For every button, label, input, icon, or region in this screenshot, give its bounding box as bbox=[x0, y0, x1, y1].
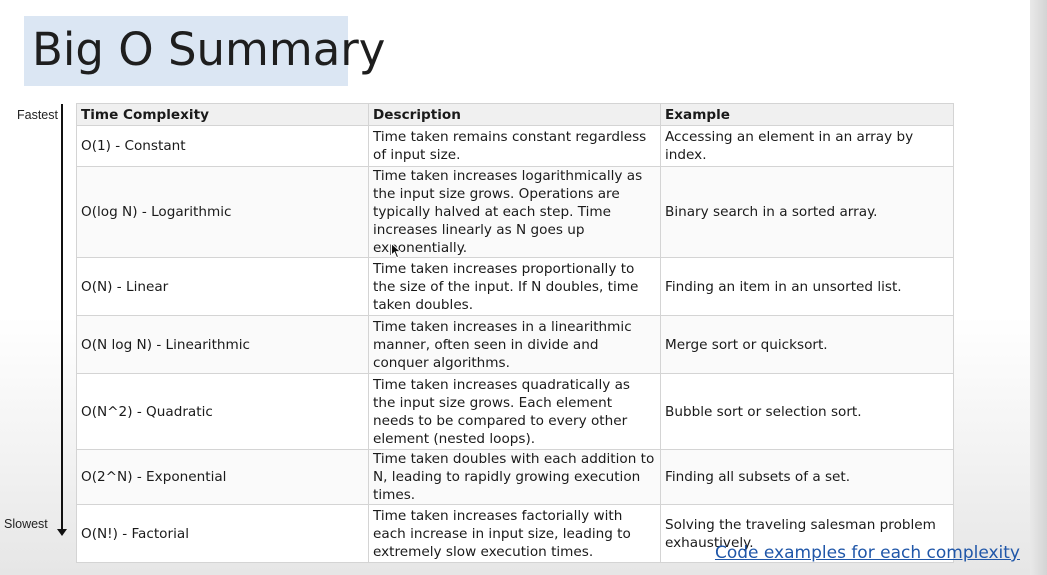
complexity-cell: O(2^N) - Exponential bbox=[76, 449, 369, 505]
table-row: O(N) - Linear Time taken increases propo… bbox=[76, 257, 954, 316]
table-row: O(1) - Constant Time taken remains const… bbox=[76, 125, 954, 167]
table-header-row: Time Complexity Description Example bbox=[76, 103, 954, 126]
description-cell: Time taken increases logarithmically as … bbox=[368, 166, 661, 258]
slide-edge-shade bbox=[1030, 0, 1047, 575]
example-cell: Merge sort or quicksort. bbox=[660, 315, 954, 374]
complexity-cell: O(1) - Constant bbox=[76, 125, 369, 167]
table-row: O(log N) - Logarithmic Time taken increa… bbox=[76, 166, 954, 258]
description-cell: Time taken remains constant regardless o… bbox=[368, 125, 661, 167]
example-cell: Accessing an element in an array by inde… bbox=[660, 125, 954, 167]
speed-axis-line bbox=[61, 104, 63, 530]
complexity-table: Time Complexity Description Example O(1)… bbox=[76, 103, 954, 563]
arrow-down-icon bbox=[57, 529, 67, 536]
table-row: O(N log N) - Linearithmic Time taken inc… bbox=[76, 315, 954, 374]
mouse-pointer-icon bbox=[391, 243, 402, 259]
complexity-cell: O(N!) - Factorial bbox=[76, 504, 369, 563]
code-examples-link[interactable]: Code examples for each complexity bbox=[715, 542, 1020, 564]
header-time-complexity: Time Complexity bbox=[76, 103, 369, 126]
description-cell: Time taken increases factorially with ea… bbox=[368, 504, 661, 563]
description-cell: Time taken increases quadratically as th… bbox=[368, 373, 661, 450]
table-row: O(2^N) - Exponential Time taken doubles … bbox=[76, 449, 954, 505]
example-cell: Binary search in a sorted array. bbox=[660, 166, 954, 258]
complexity-cell: O(N log N) - Linearithmic bbox=[76, 315, 369, 374]
example-cell: Finding an item in an unsorted list. bbox=[660, 257, 954, 316]
example-cell: Finding all subsets of a set. bbox=[660, 449, 954, 505]
header-description: Description bbox=[368, 103, 661, 126]
description-cell: Time taken doubles with each addition to… bbox=[368, 449, 661, 505]
table-row: O(N^2) - Quadratic Time taken increases … bbox=[76, 373, 954, 450]
example-cell: Bubble sort or selection sort. bbox=[660, 373, 954, 450]
complexity-cell: O(log N) - Logarithmic bbox=[76, 166, 369, 258]
description-cell: Time taken increases proportionally to t… bbox=[368, 257, 661, 316]
header-example: Example bbox=[660, 103, 954, 126]
description-cell: Time taken increases in a linearithmic m… bbox=[368, 315, 661, 374]
axis-label-slowest: Slowest bbox=[4, 517, 48, 531]
slide-title: Big O Summary bbox=[32, 23, 386, 76]
axis-label-fastest: Fastest bbox=[17, 108, 58, 122]
complexity-cell: O(N) - Linear bbox=[76, 257, 369, 316]
complexity-cell: O(N^2) - Quadratic bbox=[76, 373, 369, 450]
